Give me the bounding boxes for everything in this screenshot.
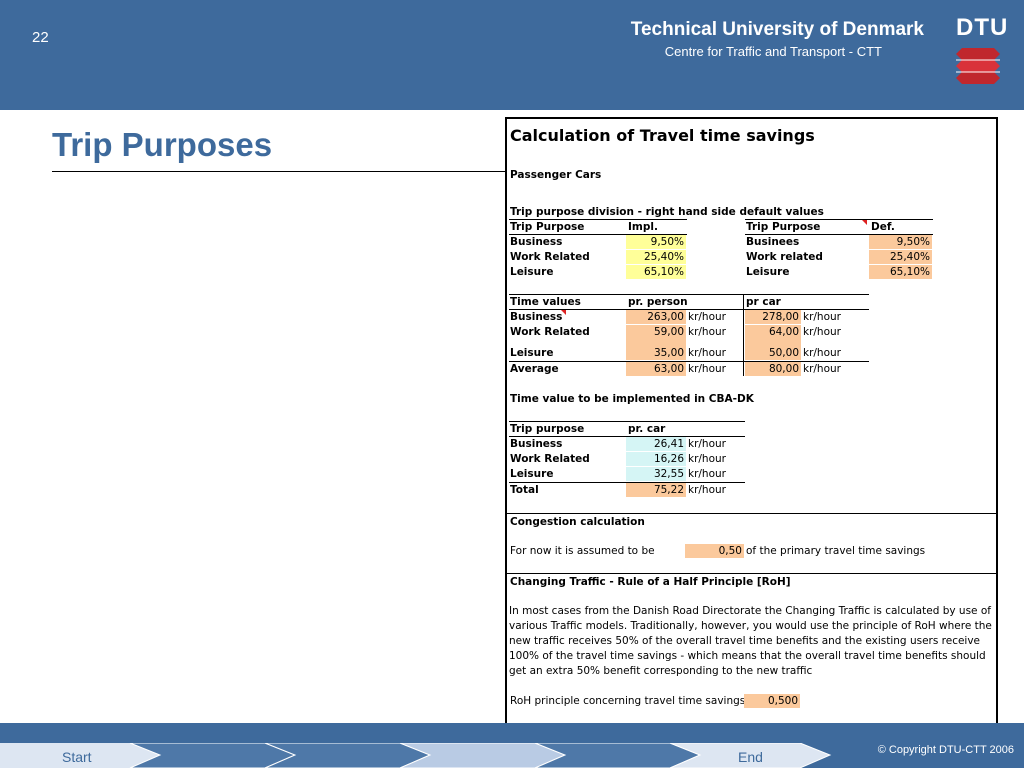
division-def-value: 9,50% [869, 235, 932, 249]
unit-label: kr/hour [688, 347, 726, 359]
title-divider [52, 171, 506, 172]
unit-label: kr/hour [688, 363, 726, 375]
car-value: 50,00 [745, 346, 801, 360]
divider [743, 295, 744, 376]
division-impl-value: 9,50% [626, 235, 686, 249]
comment-marker [561, 310, 566, 315]
section-divider [507, 573, 996, 574]
time-values-head-person: pr. person [628, 296, 688, 308]
unit-label: kr/hour [803, 326, 841, 338]
congestion-title: Congestion calculation [510, 516, 645, 528]
implemented-value: 26,41 [626, 437, 686, 451]
roh-value: 0,500 [744, 694, 800, 708]
implemented-label: Business [510, 438, 563, 450]
division-row-label-right: Leisure [746, 266, 790, 278]
division-head-def: Def. [871, 221, 895, 233]
implemented-total: 75,22 [626, 483, 686, 497]
section-divider [507, 513, 996, 514]
unit-label: kr/hour [688, 438, 726, 450]
implemented-head-car: pr. car [628, 423, 666, 435]
division-head-purpose-right: Trip Purpose [746, 221, 821, 233]
sheet-title: Calculation of Travel time savings [510, 126, 815, 145]
copyright-text: © Copyright DTU-CTT 2006 [877, 744, 1014, 756]
roh-label: RoH principle concerning travel time sav… [510, 695, 746, 707]
congestion-value: 0,50 [685, 544, 744, 558]
unit-label: kr/hour [803, 363, 841, 375]
division-head-impl: Impl. [628, 221, 658, 233]
navigation-bar [0, 743, 832, 768]
travel-time-spreadsheet: Calculation of Travel time savings Passe… [505, 117, 998, 725]
division-head-purpose: Trip Purpose [510, 221, 585, 233]
division-row-label-right: Work related [746, 251, 823, 263]
dtu-logo: DTU [950, 14, 1007, 84]
slide-number: 22 [32, 29, 49, 46]
unit-label: kr/hour [688, 468, 726, 480]
division-def-value: 25,40% [869, 250, 932, 264]
division-title: Trip purpose division - right hand side … [510, 206, 824, 218]
nav-end-link[interactable]: End [738, 749, 763, 765]
division-row-label: Leisure [510, 266, 554, 278]
dtu-logo-mark [956, 48, 1000, 84]
time-value-label: Average [510, 363, 559, 375]
time-values-head: Time values [510, 296, 581, 308]
unit-label: kr/hour [688, 453, 726, 465]
person-value: 35,00 [626, 346, 686, 360]
congestion-suffix: of the primary travel time savings [746, 545, 926, 557]
unit-label: kr/hour [803, 347, 841, 359]
unit-label: kr/hour [688, 326, 726, 338]
car-value: 64,00 [745, 325, 801, 339]
division-def-value: 65,10% [869, 265, 932, 279]
person-value: 63,00 [626, 362, 686, 376]
slide-footer: Start End © Copyright DTU-CTT 2006 [0, 723, 1024, 768]
implemented-label: Work Related [510, 453, 590, 465]
time-values-head-car: pr car [746, 296, 781, 308]
slide-header: 22 Technical University of Denmark Centr… [0, 0, 1024, 110]
time-value-label: Leisure [510, 347, 554, 359]
implemented-value: 16,26 [626, 452, 686, 466]
unit-label: kr/hour [688, 484, 726, 496]
car-value: 278,00 [745, 310, 801, 324]
section-label: Passenger Cars [510, 169, 602, 181]
congestion-text: For now it is assumed to be [510, 545, 655, 557]
car-value-filler [745, 339, 801, 346]
unit-label: kr/hour [688, 311, 726, 323]
centre-name: Centre for Traffic and Transport - CTT [664, 44, 882, 59]
time-value-label: Work Related [510, 326, 590, 338]
implemented-label: Leisure [510, 468, 554, 480]
division-impl-value: 65,10% [626, 265, 686, 279]
slide-title: Trip Purposes [52, 126, 273, 163]
person-value: 263,00 [626, 310, 686, 324]
roh-title: Changing Traffic - Rule of a Half Princi… [510, 576, 791, 588]
implemented-head-purpose: Trip purpose [510, 423, 585, 435]
person-value-filler [626, 339, 686, 346]
unit-label: kr/hour [803, 311, 841, 323]
nav-start-link[interactable]: Start [62, 749, 92, 765]
roh-paragraph: In most cases from the Danish Road Direc… [509, 605, 992, 677]
division-row-label-right: Businees [746, 236, 800, 248]
division-row-label: Business [510, 236, 563, 248]
university-name: Technical University of Denmark [630, 19, 924, 40]
division-row-label: Work Related [510, 251, 590, 263]
comment-marker [862, 220, 867, 225]
implemented-value: 32,55 [626, 467, 686, 481]
person-value: 59,00 [626, 325, 686, 339]
time-value-label: Business [510, 311, 563, 323]
car-value: 80,00 [745, 362, 801, 376]
implemented-label: Total [510, 484, 539, 496]
implemented-title: Time value to be implemented in CBA-DK [510, 393, 754, 405]
division-impl-value: 25,40% [626, 250, 686, 264]
